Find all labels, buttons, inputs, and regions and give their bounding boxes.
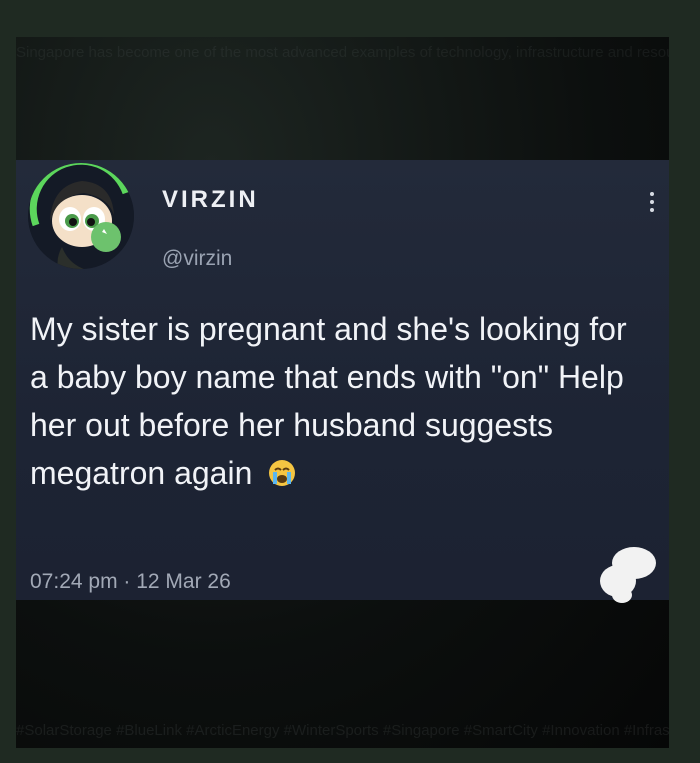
user-handle[interactable]: @virzin <box>162 247 232 271</box>
tweet-text: My sister is pregnant and she's looking … <box>30 305 630 501</box>
timestamp: 07:24 pm · 12 Mar 26 <box>30 570 231 593</box>
tweet-body: My sister is pregnant and she's looking … <box>30 311 627 491</box>
powerpuff-avatar-icon <box>28 163 134 269</box>
background-faded-text-top: Singapore has become one of the most adv… <box>16 44 669 61</box>
avatar[interactable] <box>28 163 134 269</box>
background-faded-text-bottom: #SolarStorage #BlueLink #ArcticEnergy #W… <box>16 722 669 739</box>
tweet-card: VIRZIN @virzin My sister is pregnant and… <box>16 160 669 600</box>
crying-face-icon <box>267 453 297 501</box>
watermark-blob-icon <box>600 547 656 603</box>
more-options-icon[interactable] <box>647 190 657 214</box>
display-name[interactable]: VIRZIN <box>162 186 259 214</box>
